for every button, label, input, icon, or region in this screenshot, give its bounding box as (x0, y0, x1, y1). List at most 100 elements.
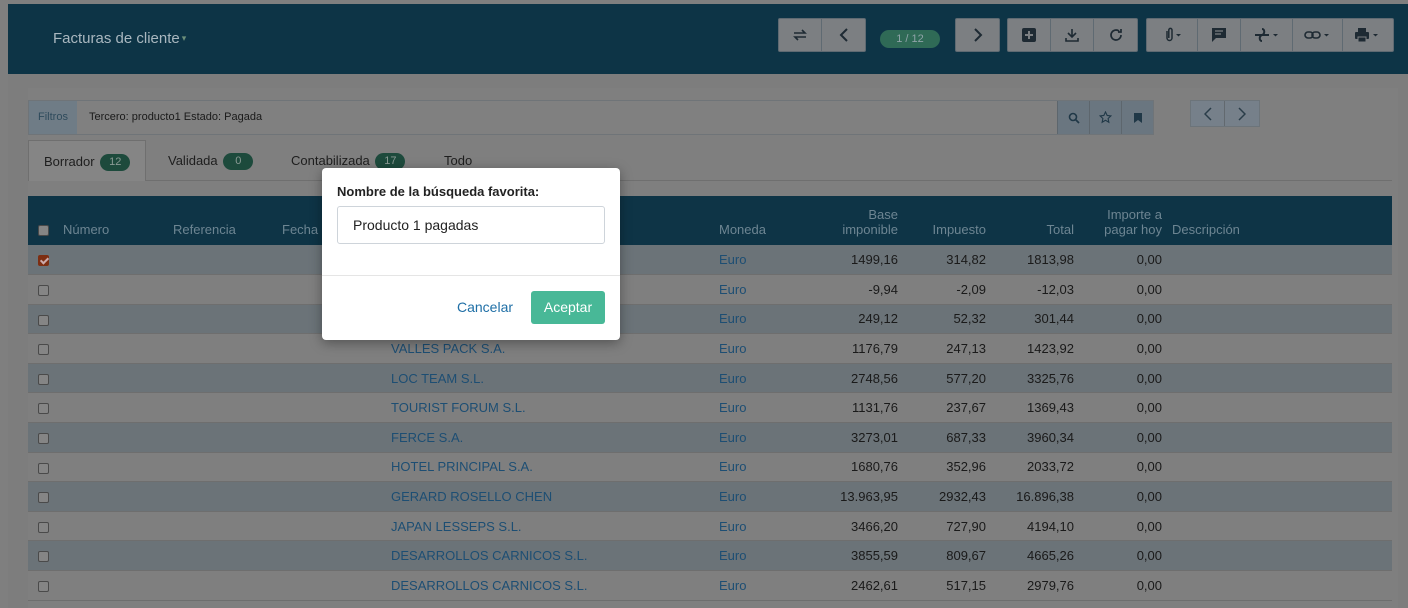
row-checkbox[interactable] (38, 284, 49, 296)
row-checkbox[interactable] (38, 521, 49, 533)
cell-pagar: 0,00 (1136, 311, 1162, 327)
row-checkbox[interactable] (38, 403, 49, 415)
empty-cell (173, 363, 282, 393)
download-icon (1065, 29, 1079, 42)
cell-moneda[interactable]: Euro (719, 304, 809, 334)
cell-moneda[interactable]: Euro (719, 423, 809, 453)
cell-moneda[interactable]: Euro (719, 393, 809, 423)
chevron-right-icon (973, 28, 982, 42)
col-impuesto[interactable]: Impuesto (908, 196, 996, 245)
relate-button[interactable] (1293, 19, 1343, 51)
download-button[interactable] (1051, 19, 1094, 51)
dialog-divider (322, 275, 620, 276)
cell-pagar: 0,00 (1136, 400, 1162, 416)
table-row[interactable]: DESARROLLOS CARNICOS S.L. Euro 2462,61 517,… (28, 570, 1392, 601)
accept-button[interactable]: Aceptar (531, 291, 605, 324)
row-checkbox[interactable] (38, 492, 49, 504)
next-record-button[interactable] (956, 19, 999, 51)
new-record-button[interactable] (1008, 19, 1051, 51)
cell-impuesto: 352,96 (946, 459, 986, 475)
next-page-button[interactable] (1225, 101, 1259, 126)
cell-cliente[interactable]: GERARD ROSELLO CHEN (391, 482, 719, 512)
table-row[interactable]: GERARD ROSELLO CHEN Euro 13.963,95 2932,43 1… (28, 481, 1392, 512)
table-row[interactable]: HOTEL PRINCIPAL S.A. Euro 1680,76 352,96 203… (28, 452, 1392, 482)
table-row[interactable]: JAPAN LESSEPS S.L. Euro 3466,20 727,90 4194,… (28, 511, 1392, 541)
col-moneda[interactable]: Moneda (719, 196, 809, 245)
row-checkbox[interactable] (38, 432, 49, 444)
row-checkbox[interactable] (38, 580, 49, 592)
table-row[interactable]: TOURIST FORUM S.L. Euro 1131,76 237,67 1369,… (28, 392, 1392, 423)
cell-cliente[interactable]: HOTEL PRINCIPAL S.A. (391, 452, 719, 482)
comment-button[interactable] (1198, 19, 1241, 51)
row-checkbox[interactable] (38, 551, 49, 563)
swap-button[interactable] (779, 19, 822, 51)
tab-label: Todo (444, 153, 473, 168)
cancel-button[interactable]: Cancelar (452, 291, 518, 324)
row-checkbox[interactable] (38, 373, 49, 385)
chevron-right-icon (1238, 106, 1246, 121)
table-row[interactable]: L.U.Euro1499,16314,821813,980,00 (28, 245, 1392, 275)
cell-cliente[interactable]: LOC TEAM S.L. (391, 363, 719, 393)
cell-moneda[interactable]: Euro (719, 245, 809, 275)
favorite-name-input[interactable] (337, 206, 605, 244)
cell-moneda[interactable]: Euro (719, 541, 809, 571)
empty-cell (173, 304, 282, 334)
col-numero[interactable]: Número (63, 196, 173, 245)
cell-cliente[interactable]: FERCE S.A. (391, 423, 719, 453)
col-total[interactable]: Total (996, 196, 1084, 245)
cell-cliente[interactable]: JAPAN LESSEPS S.L. (391, 511, 719, 541)
cell-base: 1499,16 (851, 252, 898, 268)
reload-button[interactable] (1094, 19, 1137, 51)
empty-cell (282, 363, 391, 393)
table-row[interactable]: LOC TEAM S.L. Euro 2748,56 577,20 3325,76 0,0… (28, 363, 1392, 393)
tab-validada[interactable]: Validada 0 (168, 140, 254, 181)
empty-cell (63, 275, 173, 305)
bookmark-button[interactable] (1121, 101, 1153, 134)
cell-moneda[interactable]: Euro (719, 571, 809, 601)
cell-total: 1813,98 (1027, 252, 1074, 268)
tab-borrador[interactable]: Borrador 12 (28, 140, 147, 181)
select-all-checkbox[interactable] (38, 225, 49, 237)
link-icon (1303, 31, 1329, 39)
page-title[interactable]: Facturas de cliente ▾ (53, 30, 186, 47)
cell-moneda[interactable]: Euro (719, 363, 809, 393)
cell-moneda[interactable]: Euro (719, 482, 809, 512)
attachment-button[interactable] (1147, 19, 1198, 51)
cell-impuesto: 517,15 (946, 577, 986, 593)
chevron-down-icon: ▾ (181, 33, 187, 43)
print-button[interactable] (1343, 19, 1393, 51)
cell-moneda[interactable]: Euro (719, 275, 809, 305)
filter-query[interactable]: Tercero: producto1 Estado: Pagada (89, 111, 262, 123)
search-button[interactable] (1057, 101, 1089, 134)
table-row[interactable]: DESARROLLOS CARNICOS S.L. Euro 3855,59 809,… (28, 540, 1392, 571)
row-checkbox[interactable] (38, 255, 49, 267)
cell-cliente[interactable]: DESARROLLOS CARNICOS S.L. (391, 571, 719, 601)
empty-cell (1172, 571, 1392, 601)
col-referencia[interactable]: Referencia (173, 196, 282, 245)
col-descripcion[interactable]: Descripción (1172, 196, 1392, 245)
row-checkbox[interactable] (38, 462, 49, 474)
cell-cliente[interactable]: DESARROLLOS CARNICOS S.L. (391, 541, 719, 571)
table-row[interactable]: FERCE S.A. Euro 3273,01 687,33 3960,34 0,00 (28, 422, 1392, 453)
previous-record-button[interactable] (822, 19, 865, 51)
col-importe[interactable]: Importe a pagar hoy (1084, 196, 1172, 245)
empty-cell (173, 511, 282, 541)
table-row[interactable]: Euro -9,94 -2,09 -12,03 0,00 (28, 274, 1392, 305)
actions-button[interactable] (1241, 19, 1293, 51)
cell-moneda[interactable]: Euro (719, 452, 809, 482)
comment-icon (1212, 28, 1226, 42)
table-row[interactable]: Euro 249,12 52,32 301,44 0,00 (28, 304, 1392, 334)
cell-cliente[interactable]: TOURIST FORUM S.L. (391, 393, 719, 423)
select-cell (28, 304, 63, 334)
cell-moneda[interactable]: Euro (719, 334, 809, 364)
filters-label[interactable]: Filtros (29, 101, 77, 134)
row-checkbox[interactable] (38, 344, 49, 356)
prev-page-button[interactable] (1191, 101, 1225, 126)
invoice-table: Número Referencia Fecha Moneda Base impon… (28, 196, 1392, 601)
favorite-button[interactable] (1089, 101, 1121, 134)
row-checkbox[interactable] (38, 314, 49, 326)
col-base[interactable]: Base imponible (809, 196, 908, 245)
select-cell (28, 482, 63, 512)
cell-moneda[interactable]: Euro (719, 511, 809, 541)
table-row[interactable]: VALLES PACK S.A. Euro 1176,79 247,13 1423,92… (28, 333, 1392, 364)
